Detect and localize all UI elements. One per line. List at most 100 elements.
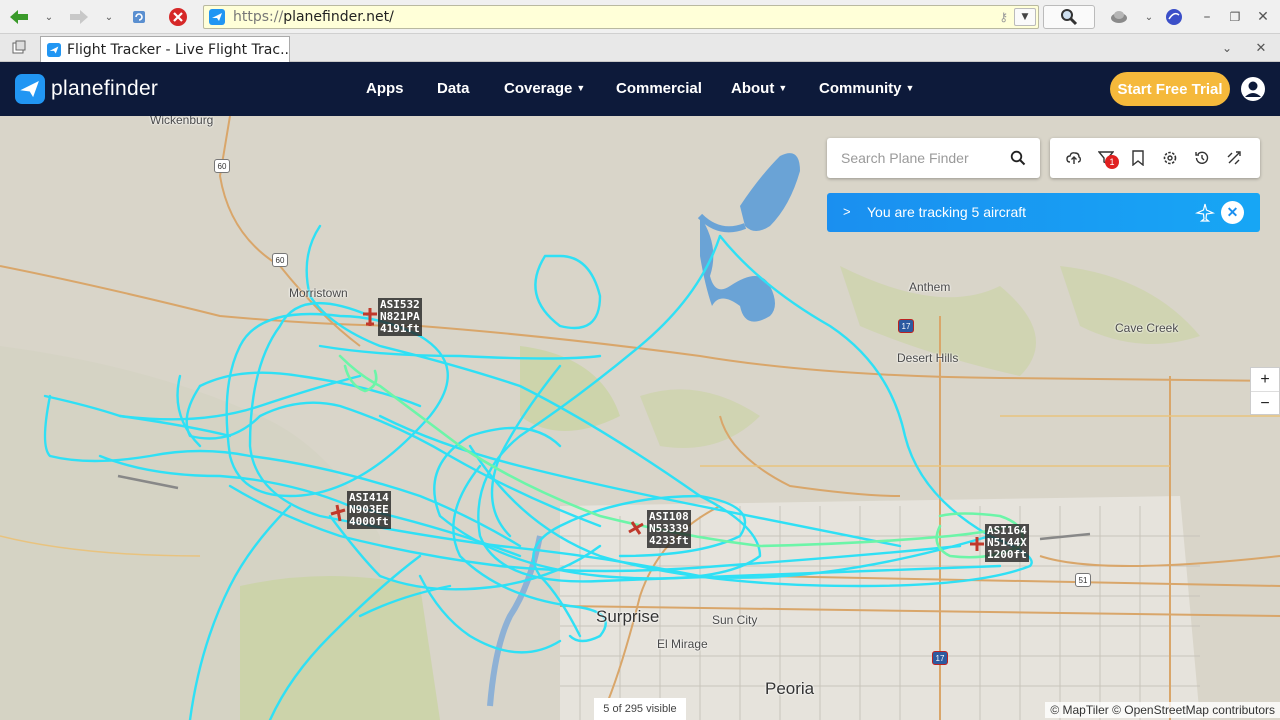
plane-logo-icon <box>15 74 45 104</box>
extension-icon <box>1111 11 1127 23</box>
nav-commercial-label: Commercial <box>616 80 702 97</box>
back-button[interactable] <box>8 6 30 28</box>
search-icon[interactable] <box>1010 150 1026 166</box>
chevron-down-icon: ⌄ <box>1144 11 1154 23</box>
forward-arrow-icon <box>70 10 88 24</box>
browser-search-button[interactable] <box>1043 5 1095 29</box>
place-desert-hills: Desert Hills <box>897 351 959 365</box>
close-tracking-button[interactable]: ✕ <box>1221 201 1244 224</box>
tab-flight-tracker[interactable]: Flight Tracker - Live Flight Trac... <box>40 36 290 62</box>
forward-button[interactable] <box>68 6 90 28</box>
address-bar[interactable]: https://planefinder.net/ ⚷ ▼ <box>203 5 1039 29</box>
planefinder-favicon <box>209 9 225 25</box>
magnifier-icon <box>1061 9 1078 26</box>
aircraft-label[interactable]: ASI532 N821PA 4191ft <box>378 298 422 336</box>
forward-history-dropdown[interactable]: ⌄ <box>98 6 120 28</box>
zoom-out-button[interactable]: − <box>1251 392 1279 415</box>
planefinder-favicon <box>47 42 61 57</box>
close-icon: ✕ <box>1255 40 1267 56</box>
globe-icon <box>1166 9 1182 25</box>
filter-count-badge: 1 <box>1105 155 1119 169</box>
playback-icon[interactable] <box>1226 150 1242 166</box>
chevron-down-icon: ▼ <box>778 83 788 93</box>
minimize-icon: – <box>1203 9 1211 25</box>
place-peoria: Peoria <box>765 679 815 698</box>
url-host: planefinder.net/ <box>283 9 394 25</box>
place-el-mirage: El Mirage <box>657 637 708 651</box>
nav-community-label: Community <box>819 80 902 97</box>
stop-icon <box>169 8 187 26</box>
restore-button[interactable]: ❐ <box>1224 6 1246 28</box>
history-icon[interactable] <box>1194 150 1210 166</box>
tab-title: Flight Tracker - Live Flight Trac... <box>67 41 290 58</box>
nav-data-label: Data <box>437 80 470 97</box>
zoom-control: + − <box>1250 367 1280 415</box>
map-attribution[interactable]: © MapTiler © OpenStreetMap contributors <box>1045 702 1280 718</box>
cloud-upload-icon[interactable] <box>1066 150 1082 166</box>
url-history-dropdown[interactable]: ▼ <box>1014 8 1036 26</box>
place-anthem: Anthem <box>909 280 951 294</box>
close-tab-button[interactable]: ✕ <box>1250 37 1272 59</box>
plane-outline-icon[interactable] <box>1195 203 1215 223</box>
close-icon: ✕ <box>1257 9 1269 25</box>
site-header: planefinder Apps Data Coverage ▼ Commerci… <box>0 62 1280 116</box>
nav-data[interactable]: Data <box>437 80 470 97</box>
aircraft-label[interactable]: ASI414 N903EE 4000ft <box>347 491 391 529</box>
start-free-trial-button[interactable]: Start Free Trial <box>1110 72 1230 106</box>
key-icon: ⚷ <box>999 10 1008 24</box>
profile-button[interactable] <box>1163 6 1185 28</box>
tracking-text: You are tracking 5 aircraft <box>867 204 1027 220</box>
place-wickenburg: Wickenburg <box>150 116 214 127</box>
visible-aircraft-count: 5 of 295 visible <box>594 698 686 720</box>
interstate-17-shield: 17 <box>898 319 914 333</box>
url-scheme: https:// <box>233 9 284 25</box>
logo-text: planefinder <box>51 77 159 100</box>
map-search-box <box>827 138 1040 178</box>
restore-icon: ❐ <box>1229 10 1241 24</box>
chevron-down-icon: ▼ <box>905 83 915 93</box>
stop-button[interactable] <box>167 6 189 28</box>
reload-icon <box>133 11 145 23</box>
tab-strip: Flight Tracker - Live Flight Trac... ⌄ ✕ <box>0 34 1280 62</box>
chevron-right-icon[interactable]: > <box>843 204 851 219</box>
bookmark-icon[interactable] <box>1130 150 1146 166</box>
back-history-dropdown[interactable]: ⌄ <box>38 6 60 28</box>
close-icon: ✕ <box>1226 204 1239 220</box>
account-icon[interactable] <box>1240 76 1266 102</box>
nav-community[interactable]: Community ▼ <box>819 80 914 97</box>
zoom-in-button[interactable]: + <box>1251 368 1279 391</box>
nav-apps-label: Apps <box>366 80 404 97</box>
reload-button[interactable] <box>128 6 150 28</box>
nav-apps[interactable]: Apps <box>366 80 404 97</box>
place-cave-creek: Cave Creek <box>1115 321 1179 335</box>
tab-list-icon <box>12 40 26 54</box>
planefinder-logo[interactable]: planefinder <box>15 74 158 104</box>
nav-about-label: About <box>731 80 775 97</box>
extension-dropdown[interactable]: ⌄ <box>1138 6 1160 28</box>
nav-about[interactable]: About ▼ <box>731 80 787 97</box>
aircraft-altitude: 4191ft <box>380 322 420 335</box>
chevron-down-icon: ▼ <box>576 83 586 93</box>
aircraft-altitude: 4233ft <box>649 534 689 547</box>
highway-51-shield: 51 <box>1075 573 1091 587</box>
chevron-down-icon: ⌄ <box>44 11 54 23</box>
nav-commercial[interactable]: Commercial <box>616 80 702 97</box>
tab-list-button[interactable] <box>8 37 30 59</box>
map-search-input[interactable] <box>841 138 1011 178</box>
nav-coverage[interactable]: Coverage ▼ <box>504 80 585 97</box>
extension-button[interactable] <box>1108 6 1130 28</box>
highway-60-shield: 60 <box>214 159 230 173</box>
tracking-banner[interactable]: > You are tracking 5 aircraft ✕ <box>827 193 1260 232</box>
minimize-button[interactable]: – <box>1196 6 1218 28</box>
map-toolbar <box>1050 138 1260 178</box>
interstate-17-shield: 17 <box>932 651 948 665</box>
aircraft-altitude: 4000ft <box>349 515 389 528</box>
gear-icon[interactable] <box>1162 150 1178 166</box>
aircraft-label[interactable]: ASI108 N53339 4233ft <box>647 510 691 548</box>
back-arrow-icon <box>10 10 28 24</box>
close-window-button[interactable]: ✕ <box>1252 6 1274 28</box>
tab-overflow-dropdown[interactable]: ⌄ <box>1216 37 1238 59</box>
browser-toolbar: ⌄ ⌄ https://planefinder.net/ ⚷ ▼ ⌄ – ❐ ✕ <box>0 0 1280 34</box>
chevron-down-icon: ⌄ <box>1221 41 1233 55</box>
aircraft-label[interactable]: ASI164 N5144X 1200ft <box>985 524 1029 562</box>
